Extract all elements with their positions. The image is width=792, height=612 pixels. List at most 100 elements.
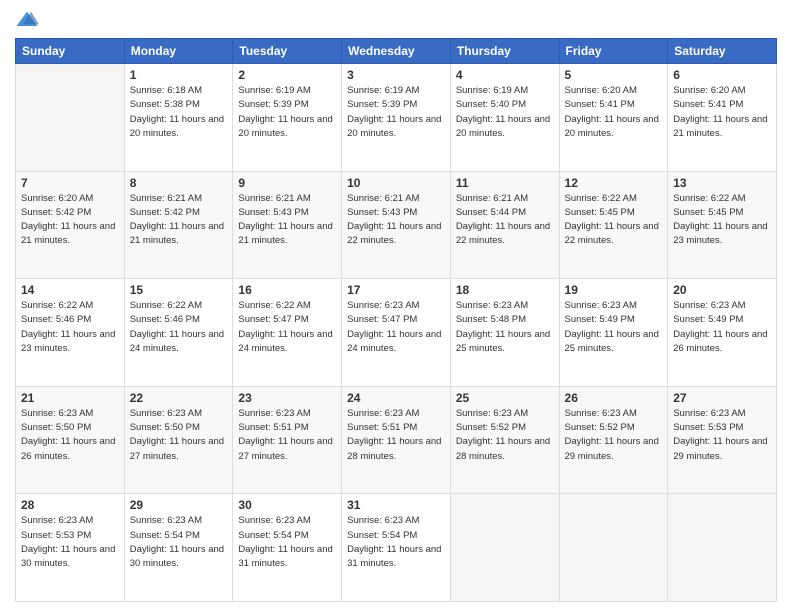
- calendar-cell: 9 Sunrise: 6:21 AM Sunset: 5:43 PM Dayli…: [233, 171, 342, 279]
- day-number: 28: [21, 498, 119, 512]
- sunset-label: Sunset: 5:53 PM: [673, 422, 743, 433]
- calendar-cell: 23 Sunrise: 6:23 AM Sunset: 5:51 PM Dayl…: [233, 386, 342, 494]
- day-number: 10: [347, 176, 445, 190]
- sunrise-label: Sunrise: 6:19 AM: [347, 85, 419, 96]
- daylight-label: Daylight: 11 hours and 22 minutes.: [456, 221, 550, 246]
- day-info: Sunrise: 6:22 AM Sunset: 5:45 PM Dayligh…: [673, 192, 771, 249]
- daylight-label: Daylight: 11 hours and 21 minutes.: [21, 221, 115, 246]
- sunset-label: Sunset: 5:39 PM: [238, 99, 308, 110]
- day-info: Sunrise: 6:23 AM Sunset: 5:49 PM Dayligh…: [565, 299, 663, 356]
- day-info: Sunrise: 6:19 AM Sunset: 5:40 PM Dayligh…: [456, 84, 554, 141]
- day-number: 20: [673, 283, 771, 297]
- sunrise-label: Sunrise: 6:19 AM: [456, 85, 528, 96]
- day-number: 11: [456, 176, 554, 190]
- daylight-label: Daylight: 11 hours and 24 minutes.: [130, 329, 224, 354]
- day-info: Sunrise: 6:20 AM Sunset: 5:42 PM Dayligh…: [21, 192, 119, 249]
- sunrise-label: Sunrise: 6:23 AM: [130, 408, 202, 419]
- day-info: Sunrise: 6:19 AM Sunset: 5:39 PM Dayligh…: [238, 84, 336, 141]
- calendar-cell: 11 Sunrise: 6:21 AM Sunset: 5:44 PM Dayl…: [450, 171, 559, 279]
- col-header-friday: Friday: [559, 39, 668, 64]
- day-number: 29: [130, 498, 228, 512]
- sunset-label: Sunset: 5:39 PM: [347, 99, 417, 110]
- day-number: 5: [565, 68, 663, 82]
- sunset-label: Sunset: 5:45 PM: [673, 207, 743, 218]
- sunrise-label: Sunrise: 6:21 AM: [238, 193, 310, 204]
- day-number: 7: [21, 176, 119, 190]
- daylight-label: Daylight: 11 hours and 27 minutes.: [238, 436, 332, 461]
- calendar-week-4: 28 Sunrise: 6:23 AM Sunset: 5:53 PM Dayl…: [16, 494, 777, 602]
- day-info: Sunrise: 6:21 AM Sunset: 5:44 PM Dayligh…: [456, 192, 554, 249]
- col-header-monday: Monday: [124, 39, 233, 64]
- calendar-cell: 3 Sunrise: 6:19 AM Sunset: 5:39 PM Dayli…: [342, 64, 451, 172]
- daylight-label: Daylight: 11 hours and 28 minutes.: [347, 436, 441, 461]
- calendar-cell: 24 Sunrise: 6:23 AM Sunset: 5:51 PM Dayl…: [342, 386, 451, 494]
- sunrise-label: Sunrise: 6:21 AM: [456, 193, 528, 204]
- daylight-label: Daylight: 11 hours and 27 minutes.: [130, 436, 224, 461]
- calendar-cell: 12 Sunrise: 6:22 AM Sunset: 5:45 PM Dayl…: [559, 171, 668, 279]
- day-number: 2: [238, 68, 336, 82]
- day-number: 30: [238, 498, 336, 512]
- day-number: 4: [456, 68, 554, 82]
- daylight-label: Daylight: 11 hours and 31 minutes.: [238, 544, 332, 569]
- sunrise-label: Sunrise: 6:19 AM: [238, 85, 310, 96]
- day-number: 15: [130, 283, 228, 297]
- sunset-label: Sunset: 5:51 PM: [238, 422, 308, 433]
- sunset-label: Sunset: 5:43 PM: [347, 207, 417, 218]
- sunset-label: Sunset: 5:53 PM: [21, 530, 91, 541]
- calendar-cell: 1 Sunrise: 6:18 AM Sunset: 5:38 PM Dayli…: [124, 64, 233, 172]
- day-number: 27: [673, 391, 771, 405]
- daylight-label: Daylight: 11 hours and 21 minutes.: [130, 221, 224, 246]
- sunrise-label: Sunrise: 6:20 AM: [21, 193, 93, 204]
- daylight-label: Daylight: 11 hours and 31 minutes.: [347, 544, 441, 569]
- day-number: 24: [347, 391, 445, 405]
- sunset-label: Sunset: 5:54 PM: [347, 530, 417, 541]
- sunset-label: Sunset: 5:46 PM: [130, 314, 200, 325]
- day-number: 9: [238, 176, 336, 190]
- calendar-cell: 5 Sunrise: 6:20 AM Sunset: 5:41 PM Dayli…: [559, 64, 668, 172]
- daylight-label: Daylight: 11 hours and 22 minutes.: [347, 221, 441, 246]
- sunrise-label: Sunrise: 6:22 AM: [673, 193, 745, 204]
- day-number: 12: [565, 176, 663, 190]
- day-info: Sunrise: 6:23 AM Sunset: 5:54 PM Dayligh…: [130, 514, 228, 571]
- daylight-label: Daylight: 11 hours and 20 minutes.: [456, 114, 550, 139]
- col-header-wednesday: Wednesday: [342, 39, 451, 64]
- sunrise-label: Sunrise: 6:23 AM: [238, 408, 310, 419]
- sunset-label: Sunset: 5:51 PM: [347, 422, 417, 433]
- col-header-sunday: Sunday: [16, 39, 125, 64]
- sunset-label: Sunset: 5:49 PM: [673, 314, 743, 325]
- sunset-label: Sunset: 5:54 PM: [238, 530, 308, 541]
- day-number: 19: [565, 283, 663, 297]
- daylight-label: Daylight: 11 hours and 26 minutes.: [21, 436, 115, 461]
- sunrise-label: Sunrise: 6:23 AM: [347, 408, 419, 419]
- day-number: 18: [456, 283, 554, 297]
- daylight-label: Daylight: 11 hours and 24 minutes.: [347, 329, 441, 354]
- day-info: Sunrise: 6:21 AM Sunset: 5:43 PM Dayligh…: [238, 192, 336, 249]
- sunrise-label: Sunrise: 6:21 AM: [130, 193, 202, 204]
- daylight-label: Daylight: 11 hours and 30 minutes.: [21, 544, 115, 569]
- day-number: 13: [673, 176, 771, 190]
- sunrise-label: Sunrise: 6:22 AM: [238, 300, 310, 311]
- daylight-label: Daylight: 11 hours and 20 minutes.: [130, 114, 224, 139]
- day-number: 6: [673, 68, 771, 82]
- calendar-cell: 28 Sunrise: 6:23 AM Sunset: 5:53 PM Dayl…: [16, 494, 125, 602]
- calendar-cell: 10 Sunrise: 6:21 AM Sunset: 5:43 PM Dayl…: [342, 171, 451, 279]
- day-info: Sunrise: 6:23 AM Sunset: 5:54 PM Dayligh…: [347, 514, 445, 571]
- daylight-label: Daylight: 11 hours and 23 minutes.: [673, 221, 767, 246]
- calendar-cell: 29 Sunrise: 6:23 AM Sunset: 5:54 PM Dayl…: [124, 494, 233, 602]
- day-info: Sunrise: 6:23 AM Sunset: 5:50 PM Dayligh…: [130, 407, 228, 464]
- sunrise-label: Sunrise: 6:23 AM: [347, 515, 419, 526]
- daylight-label: Daylight: 11 hours and 30 minutes.: [130, 544, 224, 569]
- sunset-label: Sunset: 5:43 PM: [238, 207, 308, 218]
- day-info: Sunrise: 6:23 AM Sunset: 5:52 PM Dayligh…: [565, 407, 663, 464]
- day-info: Sunrise: 6:22 AM Sunset: 5:46 PM Dayligh…: [130, 299, 228, 356]
- calendar-cell: 8 Sunrise: 6:21 AM Sunset: 5:42 PM Dayli…: [124, 171, 233, 279]
- calendar-cell: [559, 494, 668, 602]
- calendar-cell: 21 Sunrise: 6:23 AM Sunset: 5:50 PM Dayl…: [16, 386, 125, 494]
- daylight-label: Daylight: 11 hours and 26 minutes.: [673, 329, 767, 354]
- sunrise-label: Sunrise: 6:20 AM: [565, 85, 637, 96]
- day-number: 1: [130, 68, 228, 82]
- col-header-tuesday: Tuesday: [233, 39, 342, 64]
- day-info: Sunrise: 6:19 AM Sunset: 5:39 PM Dayligh…: [347, 84, 445, 141]
- sunset-label: Sunset: 5:47 PM: [347, 314, 417, 325]
- sunrise-label: Sunrise: 6:18 AM: [130, 85, 202, 96]
